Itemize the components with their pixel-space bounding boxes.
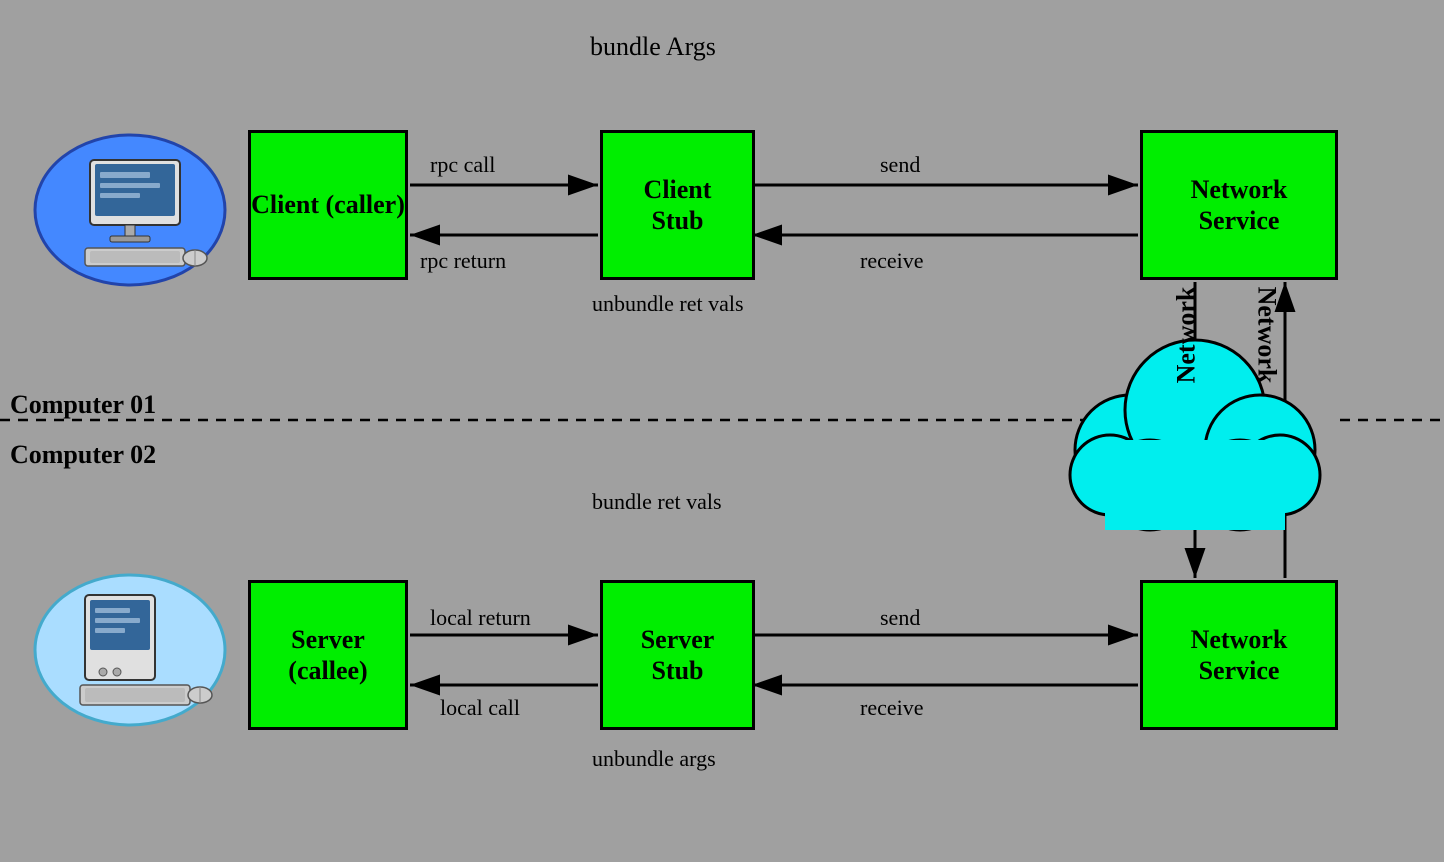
computer-02-label: Computer 02 [10, 440, 156, 470]
unbundle-ret-vals-top-label: unbundle ret vals [592, 290, 744, 319]
network-service-top-box: NetworkService [1140, 130, 1338, 280]
computer-01-label: Computer 01 [10, 390, 156, 420]
local-call-label: local call [440, 695, 520, 721]
computer-01-icon [30, 120, 230, 295]
network-cloud: Network Network [1050, 290, 1340, 560]
bundle-ret-vals-label: bundle ret vals [592, 488, 722, 517]
network-text-right: Network [1251, 287, 1281, 384]
network-service-bottom-box: NetworkService [1140, 580, 1338, 730]
rpc-call-label: rpc call [430, 152, 495, 178]
rpc-return-label: rpc return [420, 248, 506, 274]
unbundle-args-label: unbundle args [592, 745, 716, 774]
diagram: Client (caller) ClientStub NetworkServic… [0, 0, 1444, 862]
local-return-label: local return [430, 605, 531, 631]
client-stub-box: ClientStub [600, 130, 755, 280]
server-callee-box: Server(callee) [248, 580, 408, 730]
send-top-label: send [880, 152, 920, 178]
computer-02-icon [30, 560, 230, 735]
server-stub-box: ServerStub [600, 580, 755, 730]
receive-bottom-label: receive [860, 695, 924, 721]
network-text-left: Network [1171, 287, 1201, 384]
receive-top-label: receive [860, 248, 924, 274]
bundle-args-label: bundle Args [590, 30, 716, 64]
send-bottom-label: send [880, 605, 920, 631]
client-caller-box: Client (caller) [248, 130, 408, 280]
